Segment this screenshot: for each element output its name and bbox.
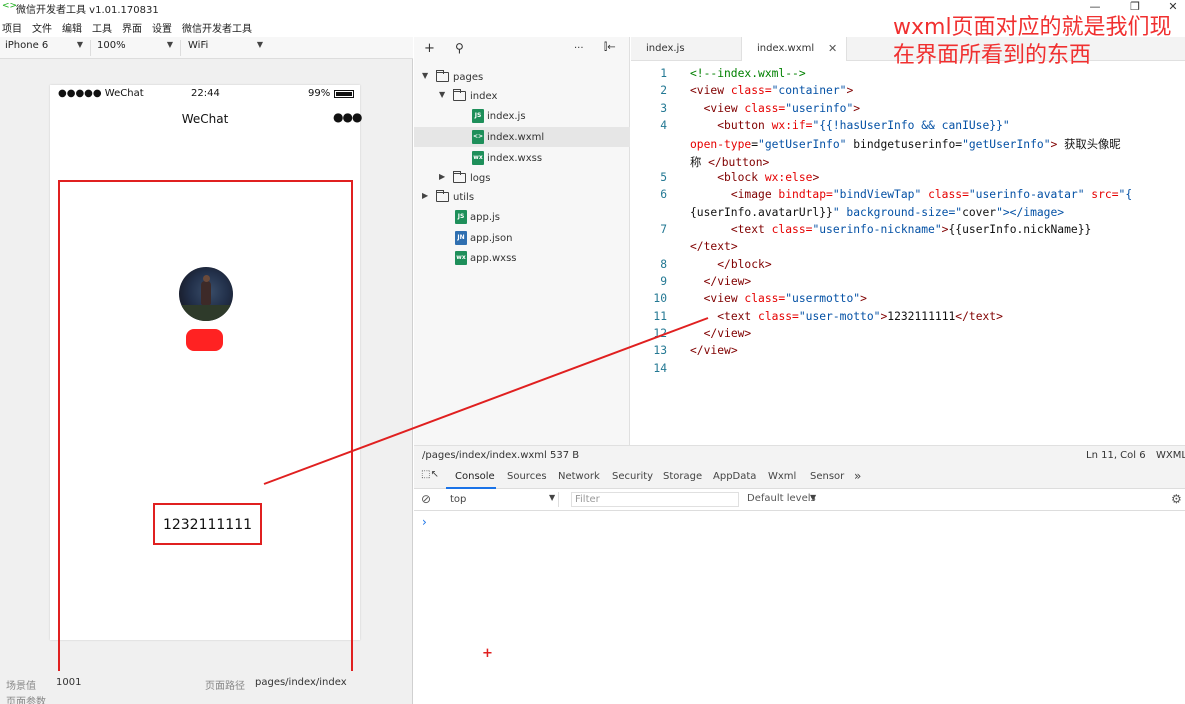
annotation-connector-line [263, 317, 709, 485]
annotation-connector-svg [263, 317, 709, 485]
